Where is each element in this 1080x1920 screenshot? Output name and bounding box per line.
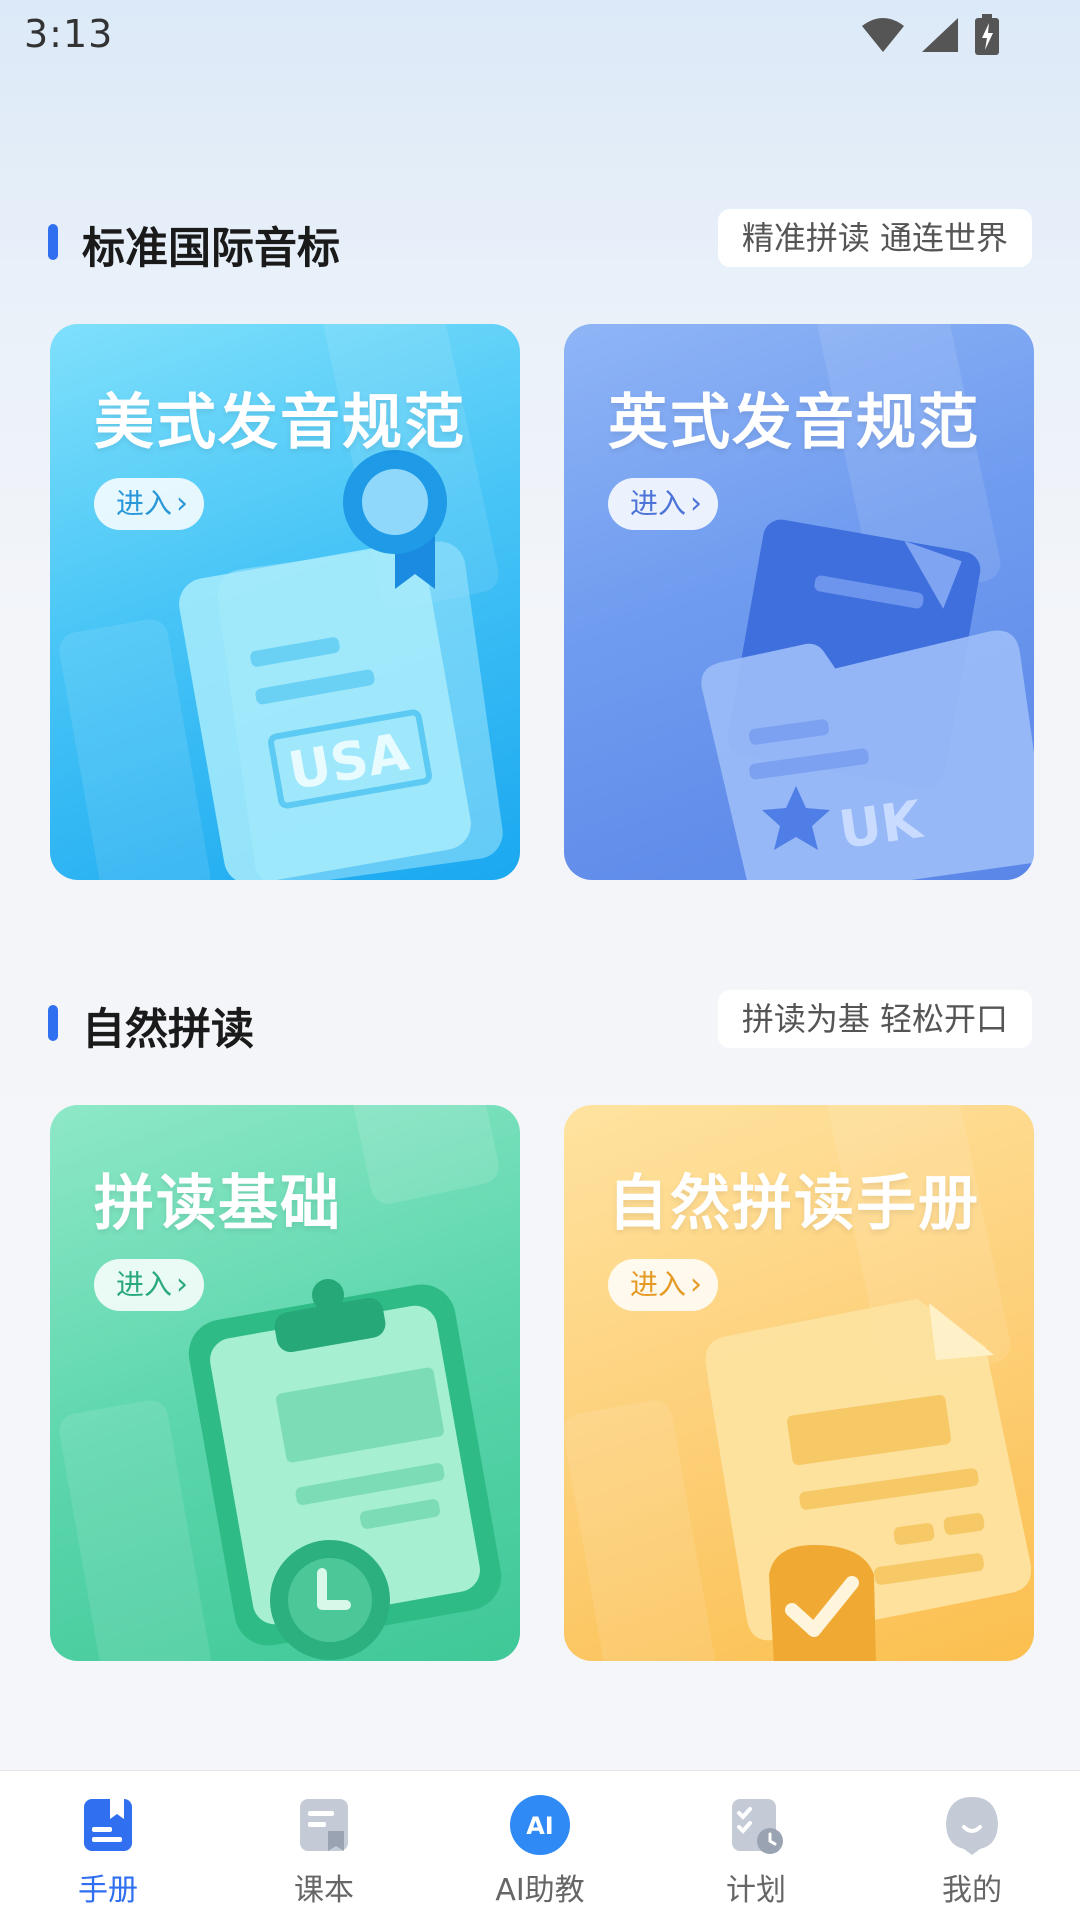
bottom-nav: 手册 课本 AI AI助教 计划 我的	[0, 1770, 1080, 1920]
card-title: 美式发音规范	[94, 388, 466, 458]
enter-button-label: 进入	[116, 487, 173, 520]
enter-button-label: 进入	[116, 1268, 173, 1301]
enter-button[interactable]: 进入 ›	[94, 1259, 205, 1311]
nav-label: 计划	[726, 1873, 786, 1908]
nav-item-plan[interactable]: 计划	[648, 1771, 864, 1920]
nav-label: 手册	[78, 1873, 138, 1908]
enter-button-label: 进入	[630, 1268, 687, 1301]
wifi-icon	[862, 18, 904, 52]
nav-label: AI助教	[495, 1873, 585, 1908]
enter-button[interactable]: 进入 ›	[608, 478, 719, 530]
card-title: 自然拼读手册	[608, 1169, 980, 1239]
card-phonics-handbook[interactable]: 自然拼读手册 进入 ›	[564, 1105, 1034, 1661]
card-phonics-basics[interactable]: 拼读基础 进入 ›	[50, 1105, 520, 1661]
nav-item-handbook[interactable]: 手册	[0, 1771, 216, 1920]
nav-label: 课本	[294, 1873, 354, 1908]
section-tagline: 拼读为基 轻松开口	[717, 990, 1032, 1048]
enter-button[interactable]: 进入 ›	[94, 478, 205, 530]
svg-text:AI: AI	[526, 1812, 554, 1840]
section-title: 自然拼读	[82, 1005, 254, 1055]
profile-icon	[946, 1797, 998, 1855]
chevron-right-icon: ›	[176, 486, 189, 521]
plan-icon	[732, 1799, 783, 1854]
section-tagline: 精准拼读 通连世界	[717, 209, 1032, 267]
chevron-right-icon: ›	[176, 1267, 189, 1302]
nav-item-ai-assistant[interactable]: AI AI助教	[432, 1771, 648, 1920]
nav-item-profile[interactable]: 我的	[864, 1771, 1080, 1920]
textbook-icon	[300, 1799, 348, 1851]
section-accent-bar	[48, 224, 58, 260]
nav-item-textbook[interactable]: 课本	[216, 1771, 432, 1920]
status-bar: 3:13	[0, 0, 1080, 70]
section-header-ipa: 标准国际音标 精准拼读 通连世界	[48, 209, 1032, 274]
status-time: 3:13	[24, 12, 114, 56]
chevron-right-icon: ›	[690, 1267, 703, 1302]
card-title: 拼读基础	[94, 1169, 342, 1239]
chevron-right-icon: ›	[690, 486, 703, 521]
ai-assistant-icon: AI	[510, 1795, 570, 1855]
section-header-phonics: 自然拼读 拼读为基 轻松开口	[48, 990, 1032, 1055]
handbook-icon	[84, 1799, 132, 1851]
section-title: 标准国际音标	[82, 224, 340, 274]
enter-button[interactable]: 进入 ›	[608, 1259, 719, 1311]
card-title: 英式发音规范	[608, 388, 980, 458]
status-icons	[860, 14, 1000, 56]
enter-button-label: 进入	[630, 487, 687, 520]
section-accent-bar	[48, 1005, 58, 1041]
svg-text:UK: UK	[835, 790, 927, 861]
battery-icon	[975, 14, 999, 55]
signal-icon	[922, 18, 958, 52]
nav-label: 我的	[942, 1873, 1002, 1908]
card-british-pronunciation[interactable]: UK 英式发音规范 进入 ›	[564, 324, 1034, 880]
card-american-pronunciation[interactable]: USA 美式发音规范 进入 ›	[50, 324, 520, 880]
